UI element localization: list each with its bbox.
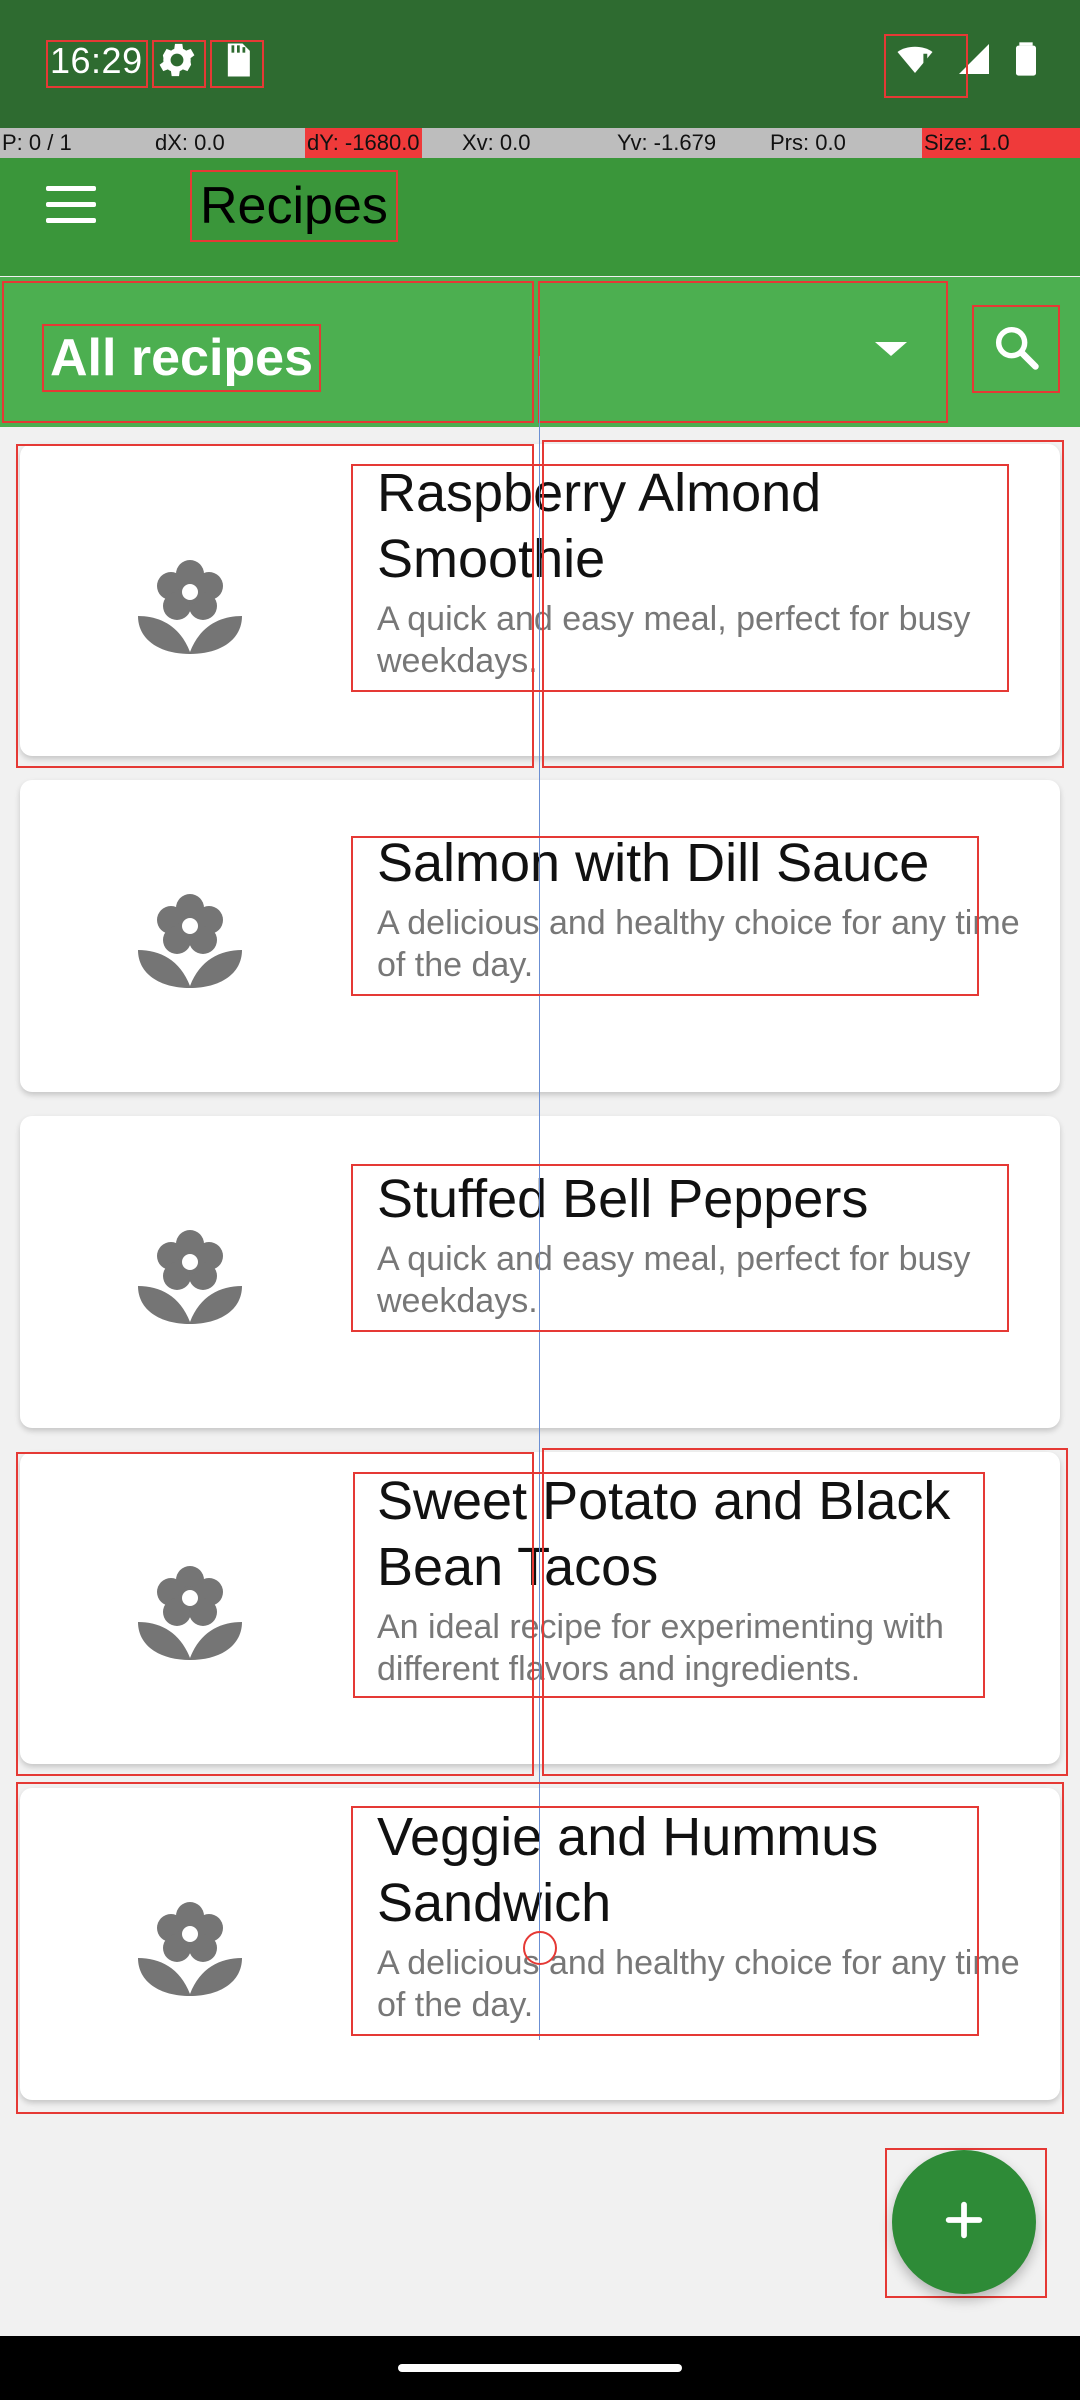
page-title: Recipes [190,170,398,242]
battery-icon [1012,39,1040,84]
flower-icon [130,540,250,660]
status-time: 16:29 [50,40,143,81]
filter-label: All recipes [42,324,322,392]
status-bar: 16:29 [0,0,1080,128]
pointer-size: Size: 1.0 [922,128,1080,158]
menu-icon[interactable] [46,186,96,226]
chevron-down-icon [875,342,907,356]
pointer-prs: Prs: 0.0 [770,130,846,155]
sd-card-icon [215,38,259,82]
pointer-info-bar: P: 0 / 1 dX: 0.0 dY: -1680.0 Xv: 0.0 Yv:… [0,128,1080,158]
gesture-handle[interactable] [398,2364,682,2372]
recipe-title: Sweet Potato and Black Bean Tacos [377,1471,951,1597]
app-bar [0,158,1080,276]
add-recipe-button[interactable] [892,2150,1036,2294]
pointer-p: P: 0 / 1 [2,130,72,155]
recipe-description: A quick and easy meal, perfect for busy … [377,1240,971,1320]
search-button[interactable] [972,305,1060,393]
recipe-description: A quick and easy meal, perfect for busy … [377,600,971,680]
touch-indicator [523,1931,557,1965]
plus-icon [941,2197,987,2248]
signal-icon [954,39,994,84]
flower-icon [130,1210,250,1330]
gear-icon [155,38,199,82]
wifi-alert-icon [894,38,936,85]
flower-icon [130,1882,250,2002]
recipe-description: A delicious and healthy choice for any t… [377,904,1020,984]
flower-icon [130,1546,250,1666]
recipe-title: Salmon with Dill Sauce [377,833,930,893]
recipe-card[interactable]: Stuffed Bell Peppers A quick and easy me… [20,1116,1060,1428]
recipe-title: Stuffed Bell Peppers [377,1169,869,1229]
recipe-description: An ideal recipe for experimenting with d… [377,1608,944,1688]
pointer-yv: Yv: -1.679 [617,130,717,155]
pointer-xv: Xv: 0.0 [462,130,531,155]
flower-icon [130,874,250,994]
search-icon [990,321,1042,378]
recipe-title: Veggie and Hummus Sandwich [377,1807,879,1933]
recipe-card[interactable]: Sweet Potato and Black Bean Tacos An ide… [20,1452,1060,1764]
recipe-card[interactable]: Salmon with Dill Sauce A delicious and h… [20,780,1060,1092]
pointer-dy: dY: -1680.0 [305,128,422,158]
pointer-dx: dX: 0.0 [155,130,225,155]
recipe-title: Raspberry Almond Smoothie [377,463,822,589]
recipe-card[interactable]: Raspberry Almond Smoothie A quick and ea… [20,444,1060,756]
recipe-description: A delicious and healthy choice for any t… [377,1944,1020,2024]
